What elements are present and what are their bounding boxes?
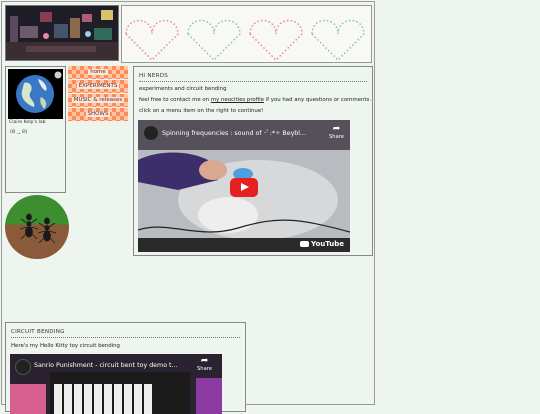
youtube-play-icon [300,241,310,247]
neocities-profile-link[interactable]: my neocities profile [211,97,264,103]
share-icon: ➦ [332,124,341,134]
play-button-icon[interactable] [230,178,258,197]
profile-name: Claire Kelp's lab [9,120,46,125]
circuit-bending-panel: CIRCUIT BENDING Here's my Hello Kitty to… [5,322,246,414]
video-title[interactable]: Sanrio Punishment - circuit bent toy dem… [34,362,178,369]
share-button[interactable]: ➦ Share [329,124,344,141]
menu-item-label: home [88,69,108,75]
intro-panel: HI NERDS experiments and circuit bending… [133,66,373,256]
share-label: Share [329,134,344,140]
main-menu: home EXPERIMENTS MUSIC & releases SHOWS [68,66,128,122]
share-button[interactable]: ➦ Share [197,356,212,373]
menu-item-music-releases[interactable]: MUSIC & releases [68,94,128,107]
youtube-logo[interactable]: YouTube [300,240,344,248]
menu-item-label: EXPERIMENTS [76,83,120,89]
intro-line-3: click on a menu item on the right to con… [139,108,264,114]
header-banner-image [5,5,119,61]
intro-line-1: experiments and circuit bending [139,86,227,92]
menu-item-label: MUSIC & releases [71,97,125,103]
section-title: CIRCUIT BENDING [11,329,65,335]
menu-item-experiments[interactable]: EXPERIMENTS [68,80,128,93]
intro-line-2-suffix: if you had any questions or comments. [263,97,372,103]
share-icon: ➦ [200,356,209,366]
channel-avatar[interactable] [15,359,31,375]
intro-line-2-prefix: feel free to contact me on [139,97,211,103]
video-title[interactable]: Spinning frequencies : sound of ･ﾟ:*✧ Be… [162,128,306,137]
menu-item-label: SHOWS [85,111,111,117]
profile-kaomoji: (Ꙩ ‿̩ Ꙩ) [10,130,28,135]
youtube-embed-sanrio[interactable]: Sanrio Punishment - circuit bent toy dem… [10,354,222,414]
youtube-wordmark: YouTube [311,240,344,248]
divider [11,337,240,338]
hearts-pattern-banner [121,5,372,63]
earth-globe-image [8,69,63,119]
intro-line-2: feel free to contact me on my neocities … [139,97,371,103]
ants-circle-image [5,195,69,259]
divider [139,81,367,82]
menu-item-home[interactable]: home [68,66,128,79]
youtube-embed-spinning[interactable]: Spinning frequencies : sound of ･ﾟ:*✧ Be… [138,120,350,252]
section-title: HI NERDS [139,73,169,79]
profile-card: Claire Kelp's lab (Ꙩ ‿̩ Ꙩ) [5,66,66,193]
share-label: Share [197,366,212,372]
menu-item-shows[interactable]: SHOWS [68,108,128,121]
circuit-line-1: Here's my Hello Kitty toy circuit bendin… [11,343,120,349]
channel-avatar[interactable] [143,125,159,141]
